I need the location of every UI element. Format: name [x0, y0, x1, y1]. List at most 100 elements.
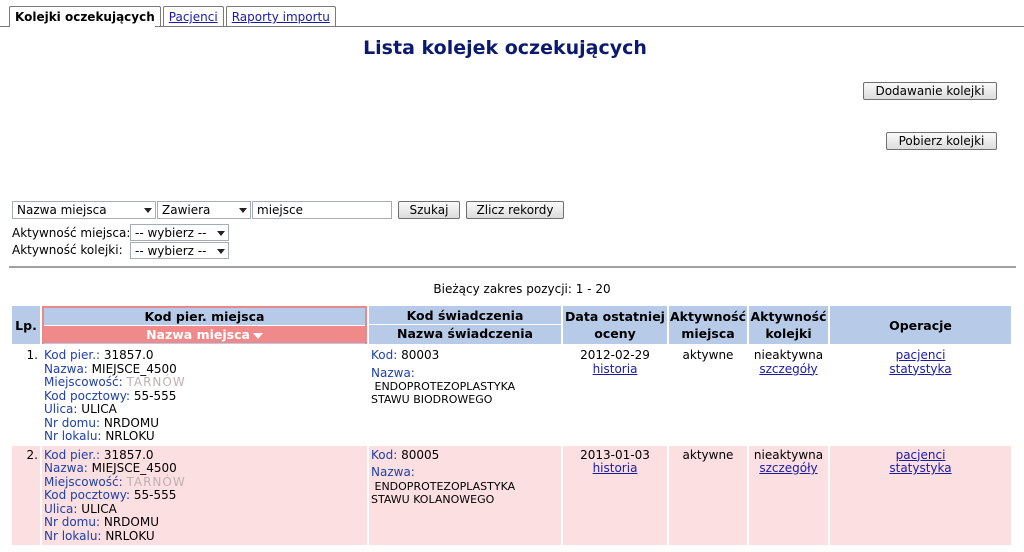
tab-label: Kolejki oczekujących: [15, 10, 155, 24]
operations-cell: pacjenci statystyka: [830, 445, 1011, 545]
header-text: miejsca: [681, 325, 735, 341]
last-eval-cell: 2013-01-03 historia: [563, 445, 667, 545]
place-code: 31857.0: [103, 447, 154, 462]
field-label: Nazwa:: [371, 365, 415, 380]
field-label: Nazwa:: [371, 465, 415, 479]
place-postal: 55-555: [133, 488, 177, 502]
search-input[interactable]: miejsce: [252, 201, 392, 219]
place-name: MIEJSCE_4500: [91, 361, 177, 376]
place-activity-select[interactable]: -- wybierz --: [130, 224, 229, 241]
sort-service-name[interactable]: Nazwa świadczenia: [369, 324, 561, 342]
place-street: ULICA: [81, 402, 117, 416]
field-label: Ulica:: [44, 402, 78, 416]
service-cell: Kod: 80003 Nazwa: ENDOPROTEZOPLASTYKA ST…: [369, 346, 561, 444]
row-number: 2.: [12, 445, 40, 545]
select-value: Nazwa miejsca: [17, 203, 107, 217]
header-place-activity[interactable]: Aktywność miejsca: [669, 306, 747, 344]
tab-bar: Kolejki oczekujących Pacjenci Raporty im…: [9, 6, 336, 27]
divider: [9, 266, 1016, 268]
queue-activity-value: nieaktywna: [753, 447, 824, 462]
field-label: Kod pier.:: [44, 447, 101, 462]
field-label: Nr domu:: [44, 415, 101, 430]
field-label: Nazwa:: [44, 361, 88, 376]
table-row: 2. Kod pier.: 31857.0 Nazwa: MIEJSCE_450…: [12, 445, 1011, 545]
header-queue-activity[interactable]: Aktywność kolejki: [749, 306, 828, 344]
service-cell: Kod: 80005 Nazwa: ENDOPROTEZOPLASTYKA ST…: [369, 445, 561, 545]
header-operations: Operacje: [830, 306, 1011, 344]
field-label: Nr domu:: [44, 515, 101, 529]
header-text: Lp.: [15, 317, 37, 333]
service-code: 80003: [401, 348, 440, 362]
count-records-button[interactable]: Zlicz rekordy: [466, 201, 564, 219]
history-link[interactable]: historia: [593, 362, 638, 376]
place-cell: Kod pier.: 31857.0 Nazwa: MIEJSCE_4500 M…: [42, 445, 367, 545]
last-eval-cell: 2012-02-29 historia: [563, 346, 667, 444]
place-activity-label: Aktywność miejsca:: [12, 226, 131, 240]
field-label: Kod pocztowy:: [44, 488, 131, 502]
header-service[interactable]: Kod świadczenia Nazwa świadczenia: [369, 306, 561, 344]
field-label: Nr lokalu:: [44, 429, 102, 443]
table-row: 1. Kod pier.: 31857.0 Nazwa: MIEJSCE_450…: [12, 346, 1011, 444]
tab-link[interactable]: Raporty importu: [232, 10, 330, 24]
service-name: STAWU BIODROWEGO: [371, 393, 493, 406]
header-place[interactable]: Kod pier. miejsca Nazwa miejsca: [42, 306, 367, 344]
place-street: ULICA: [81, 501, 117, 516]
tab-link[interactable]: Pacjenci: [169, 10, 218, 24]
header-text: Nazwa miejsca: [146, 327, 250, 342]
search-operator-select[interactable]: Zawiera: [157, 201, 251, 219]
row-number: 1.: [12, 346, 40, 444]
search-field-select[interactable]: Nazwa miejsca: [12, 201, 156, 219]
field-label: Kod pier.:: [44, 348, 101, 362]
tab-patients[interactable]: Pacjenci: [162, 6, 224, 27]
header-last-eval[interactable]: Data ostatniej oceny: [563, 306, 667, 344]
service-name: ENDOPROTEZOPLASTYKA: [374, 380, 516, 393]
tab-waiting-queues[interactable]: Kolejki oczekujących: [9, 6, 161, 27]
place-activity-cell: aktywne: [669, 445, 747, 545]
add-queue-button[interactable]: Dodawanie kolejki: [863, 82, 997, 100]
select-value: -- wybierz --: [135, 244, 207, 258]
patients-link[interactable]: pacjenci: [896, 448, 946, 462]
header-text: kolejki: [765, 325, 812, 341]
details-link[interactable]: szczegóły: [759, 461, 817, 475]
sort-service-code[interactable]: Kod świadczenia: [369, 308, 561, 324]
input-value: miejsce: [257, 203, 303, 217]
field-label: Kod:: [371, 348, 398, 362]
history-link[interactable]: historia: [593, 461, 638, 475]
patients-link[interactable]: pacjenci: [896, 348, 946, 362]
chevron-down-icon: [217, 249, 225, 254]
details-link[interactable]: szczegóły: [759, 362, 817, 376]
select-value: -- wybierz --: [135, 226, 207, 240]
sort-place-code[interactable]: Kod pier. miejsca: [44, 309, 365, 325]
header-text: Data ostatniej: [565, 308, 665, 324]
page-title: Lista kolejek oczekujących: [363, 37, 647, 59]
queue-activity-select[interactable]: -- wybierz --: [130, 242, 229, 259]
sort-desc-icon: [252, 332, 263, 339]
chevron-down-icon: [217, 231, 225, 236]
place-name: MIEJSCE_4500: [91, 461, 177, 475]
place-flat: NRLOKU: [105, 429, 155, 443]
chevron-down-icon: [239, 208, 247, 213]
last-eval-date: 2013-01-03: [580, 447, 650, 462]
field-label: Nazwa:: [44, 461, 88, 475]
service-name: STAWU KOLANOWEGO: [371, 492, 495, 506]
queue-table: Lp. Kod pier. miejsca Nazwa miejsca Kod …: [10, 304, 1013, 547]
field-label: Miejscowość:: [44, 474, 123, 489]
search-button[interactable]: Szukaj: [398, 201, 460, 219]
sort-place-name[interactable]: Nazwa miejsca: [44, 325, 365, 343]
place-flat: NRLOKU: [105, 528, 155, 543]
field-label: Kod pocztowy:: [44, 388, 131, 403]
statistics-link[interactable]: statystyka: [889, 461, 951, 475]
place-city: TARNÓW: [126, 474, 186, 489]
fetch-queues-button[interactable]: Pobierz kolejki: [886, 132, 997, 150]
queue-activity-cell: nieaktywna szczegóły: [749, 445, 828, 545]
select-value: Zawiera: [162, 203, 211, 217]
header-text: Operacje: [889, 317, 952, 333]
service-name: ENDOPROTEZOPLASTYKA: [374, 479, 516, 493]
statistics-link[interactable]: statystyka: [889, 362, 951, 376]
header-lp: Lp.: [12, 306, 40, 344]
place-cell: Kod pier.: 31857.0 Nazwa: MIEJSCE_4500 M…: [42, 346, 367, 444]
last-eval-date: 2012-02-29: [580, 348, 650, 362]
queue-activity-label: Aktywność kolejki:: [12, 243, 123, 257]
header-text: Aktywność: [750, 308, 827, 324]
tab-import-reports[interactable]: Raporty importu: [225, 6, 336, 27]
